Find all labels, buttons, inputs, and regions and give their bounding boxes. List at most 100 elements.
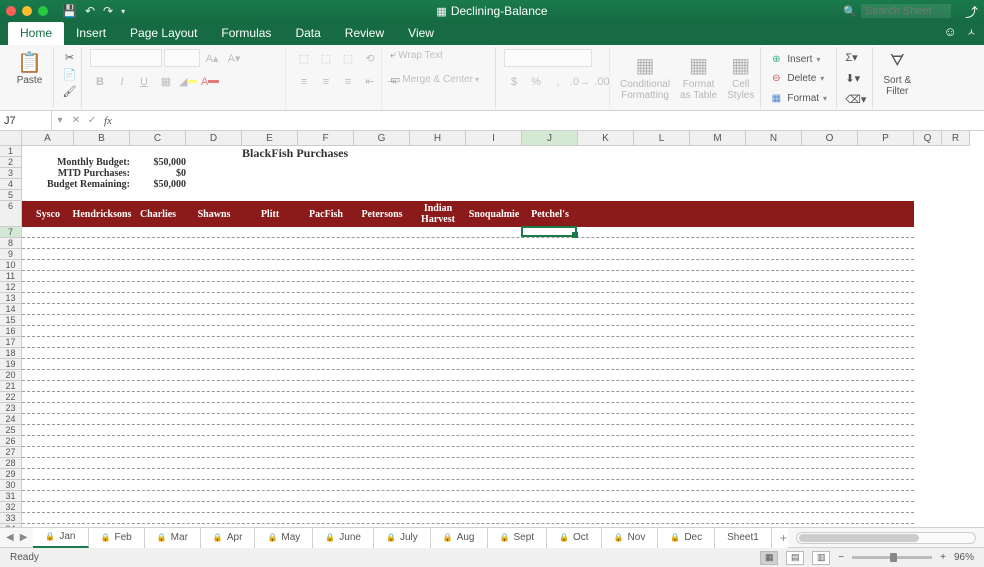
tab-insert[interactable]: Insert <box>64 22 118 45</box>
row-header[interactable]: 2 <box>0 157 22 168</box>
row-header[interactable]: 34 <box>0 524 22 527</box>
column-header[interactable]: M <box>690 131 746 145</box>
align-bottom-button[interactable]: ⬚ <box>338 49 358 67</box>
format-as-table-button[interactable]: ▦Format as Table <box>678 53 719 103</box>
normal-view-button[interactable]: ▦ <box>760 551 778 565</box>
window-close-button[interactable] <box>6 6 16 16</box>
fx-icon[interactable]: fx <box>100 115 116 127</box>
column-header[interactable]: R <box>942 131 970 145</box>
formula-input[interactable] <box>116 115 984 127</box>
format-painter-icon[interactable]: 🖌 <box>63 85 77 98</box>
row-header[interactable]: 3 <box>0 168 22 179</box>
row-header[interactable]: 30 <box>0 480 22 491</box>
paste-button[interactable]: 📋 Paste <box>15 49 45 88</box>
row-header[interactable]: 25 <box>0 425 22 436</box>
font-select[interactable] <box>90 49 162 67</box>
cell-styles-button[interactable]: ▦Cell Styles <box>725 53 756 103</box>
sheet-tab-nov[interactable]: 🔒Nov <box>602 528 659 548</box>
row-header[interactable]: 12 <box>0 282 22 293</box>
undo-icon[interactable]: ↶ <box>85 4 95 18</box>
row-header[interactable]: 17 <box>0 337 22 348</box>
page-break-view-button[interactable]: ▥ <box>812 551 830 565</box>
column-header[interactable]: L <box>634 131 690 145</box>
row-header[interactable]: 14 <box>0 304 22 315</box>
comma-button[interactable]: , <box>548 73 568 91</box>
search-input[interactable] <box>861 4 951 18</box>
decrease-indent-button[interactable]: ⇤ <box>360 73 380 91</box>
sheet-tab-jan[interactable]: 🔒Jan <box>33 528 88 548</box>
column-header[interactable]: J <box>522 131 578 145</box>
sheet-tab-aug[interactable]: 🔒Aug <box>431 528 488 548</box>
page-layout-view-button[interactable]: ▤ <box>786 551 804 565</box>
sort-filter-button[interactable]: ᗊSort & Filter <box>881 49 913 99</box>
insert-cells-button[interactable]: ⊕Insert▾ <box>769 51 820 67</box>
name-box[interactable]: J7 <box>0 111 52 130</box>
column-header[interactable]: F <box>298 131 354 145</box>
column-header[interactable]: D <box>186 131 242 145</box>
column-header[interactable]: A <box>22 131 74 145</box>
currency-button[interactable]: $ <box>504 73 524 91</box>
column-header[interactable]: G <box>354 131 410 145</box>
spreadsheet-grid[interactable]: ABCDEFGHIJKLMNOPQR 123456789101112131415… <box>0 131 984 527</box>
increase-font-button[interactable]: A▴ <box>202 49 222 67</box>
tab-page-layout[interactable]: Page Layout <box>118 22 209 45</box>
sheet-tab-mar[interactable]: 🔒Mar <box>145 528 201 548</box>
sheet-tab-sheet1[interactable]: Sheet1 <box>715 528 772 548</box>
align-center-button[interactable]: ≡ <box>316 73 336 91</box>
font-size-select[interactable] <box>164 49 200 67</box>
wrap-text-button[interactable]: Wrap Text <box>398 50 443 61</box>
row-header[interactable]: 16 <box>0 326 22 337</box>
sheet-nav-next-icon[interactable]: ▶ <box>18 532 30 543</box>
row-header[interactable]: 19 <box>0 359 22 370</box>
row-header[interactable]: 8 <box>0 238 22 249</box>
row-header[interactable]: 24 <box>0 414 22 425</box>
column-header[interactable]: Q <box>914 131 942 145</box>
number-format-select[interactable] <box>504 49 592 67</box>
border-button[interactable]: ▦ <box>156 73 176 91</box>
zoom-slider[interactable] <box>852 556 932 559</box>
sheet-tab-sept[interactable]: 🔒Sept <box>488 528 548 548</box>
zoom-out-button[interactable]: − <box>838 552 844 563</box>
clear-icon[interactable]: ⌫▾ <box>845 93 866 106</box>
sheet-tab-apr[interactable]: 🔒Apr <box>201 528 256 548</box>
row-header[interactable]: 31 <box>0 491 22 502</box>
horizontal-scrollbar[interactable] <box>796 532 976 544</box>
fill-color-button[interactable]: ◢ <box>178 73 198 91</box>
conditional-formatting-button[interactable]: ▦Conditional Formatting <box>618 53 672 103</box>
orientation-button[interactable]: ⟲ <box>360 49 380 67</box>
underline-button[interactable]: U <box>134 73 154 91</box>
row-header[interactable]: 5 <box>0 190 22 201</box>
search-sheet[interactable]: 🔍 <box>843 4 951 18</box>
copy-icon[interactable]: 📄 <box>63 68 77 81</box>
column-header[interactable]: B <box>74 131 130 145</box>
account-icon[interactable]: ☺ <box>944 24 957 39</box>
tab-review[interactable]: Review <box>333 22 396 45</box>
accept-formula-icon[interactable]: ✓ <box>84 115 100 126</box>
fill-icon[interactable]: ⬇▾ <box>845 72 860 85</box>
autosum-icon[interactable]: Σ▾ <box>845 51 857 64</box>
zoom-in-button[interactable]: + <box>940 552 946 563</box>
sheet-tab-june[interactable]: 🔒June <box>313 528 374 548</box>
row-header[interactable]: 10 <box>0 260 22 271</box>
row-header[interactable]: 13 <box>0 293 22 304</box>
row-header[interactable]: 6 <box>0 201 22 227</box>
row-header[interactable]: 7 <box>0 227 22 238</box>
align-top-button[interactable]: ⬚ <box>294 49 314 67</box>
bold-button[interactable]: B <box>90 73 110 91</box>
sheet-tab-feb[interactable]: 🔒Feb <box>89 528 145 548</box>
merge-center-button[interactable]: Merge & Center <box>402 74 473 85</box>
column-header[interactable]: I <box>466 131 522 145</box>
tab-data[interactable]: Data <box>283 22 332 45</box>
row-header[interactable]: 23 <box>0 403 22 414</box>
sheet-nav-first-icon[interactable]: ◀ <box>4 532 16 543</box>
row-header[interactable]: 1 <box>0 146 22 157</box>
add-sheet-button[interactable]: + <box>772 528 788 548</box>
row-header[interactable]: 4 <box>0 179 22 190</box>
window-maximize-button[interactable] <box>38 6 48 16</box>
sheet-tab-oct[interactable]: 🔒Oct <box>547 528 602 548</box>
row-header[interactable]: 21 <box>0 381 22 392</box>
column-header[interactable]: E <box>242 131 298 145</box>
row-header[interactable]: 33 <box>0 513 22 524</box>
format-cells-button[interactable]: ▦Format▾ <box>769 90 827 106</box>
decrease-font-button[interactable]: A▾ <box>224 49 244 67</box>
